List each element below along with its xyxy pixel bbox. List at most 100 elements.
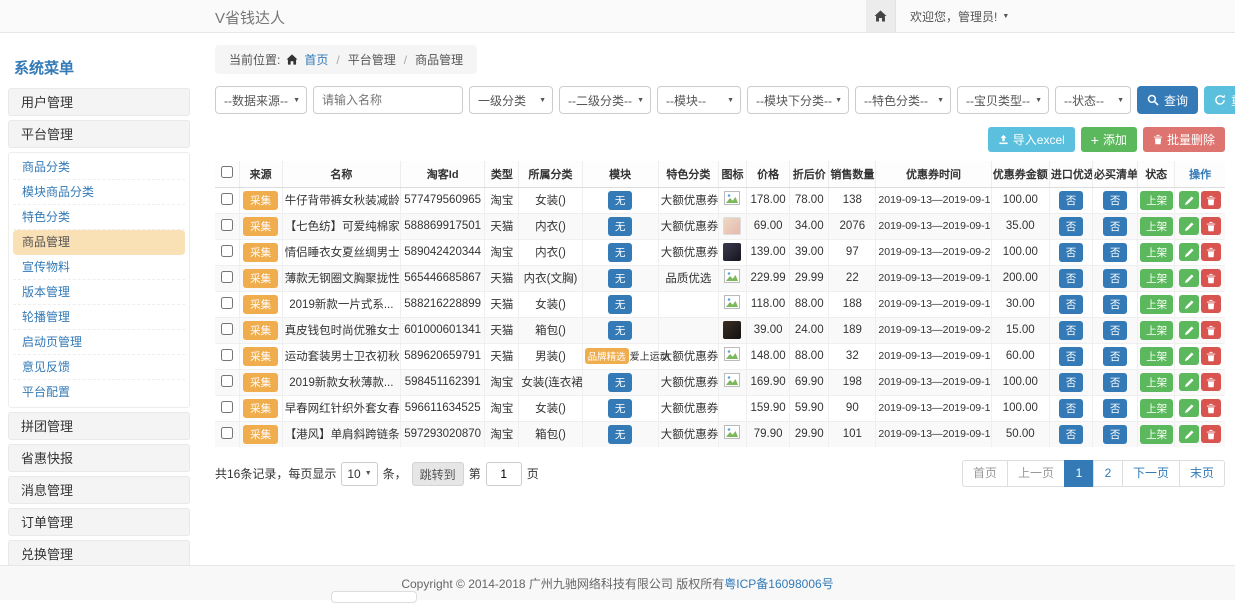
row-checkbox[interactable] (221, 219, 233, 231)
status-badge[interactable]: 上架 (1140, 191, 1173, 210)
sidebar-item[interactable]: 宣传物料 (13, 255, 185, 280)
sidebar-item[interactable]: 版本管理 (13, 280, 185, 305)
sidebar-item[interactable]: 轮播管理 (13, 305, 185, 330)
pager-item[interactable]: 上一页 (1007, 460, 1065, 487)
filter-select[interactable]: --宝贝类型--▼ (957, 86, 1049, 114)
batch-delete-button[interactable]: 批量删除 (1143, 127, 1225, 152)
status-badge[interactable]: 上架 (1140, 425, 1173, 444)
must-buy-flag[interactable]: 否 (1103, 373, 1128, 392)
pager-item[interactable]: 首页 (962, 460, 1008, 487)
status-badge[interactable]: 上架 (1140, 399, 1173, 418)
edit-button[interactable] (1179, 295, 1199, 313)
pager-item[interactable]: 末页 (1179, 460, 1225, 487)
module-none-badge[interactable]: 无 (608, 191, 633, 210)
must-buy-flag[interactable]: 否 (1103, 425, 1128, 444)
import-select-flag[interactable]: 否 (1059, 191, 1084, 210)
per-page-select[interactable]: 10 ▼ (341, 462, 377, 486)
pager-item[interactable]: 1 (1064, 460, 1094, 487)
delete-button[interactable] (1201, 295, 1221, 313)
import-select-flag[interactable]: 否 (1059, 243, 1084, 262)
filter-select[interactable]: --特色分类--▼ (855, 86, 951, 114)
import-select-flag[interactable]: 否 (1059, 321, 1084, 340)
row-checkbox[interactable] (221, 401, 233, 413)
must-buy-flag[interactable]: 否 (1103, 217, 1128, 236)
edit-button[interactable] (1179, 425, 1199, 443)
row-checkbox[interactable] (221, 375, 233, 387)
sidebar-section[interactable]: 用户管理 (8, 88, 190, 116)
row-checkbox[interactable] (221, 297, 233, 309)
name-search-input[interactable] (313, 86, 463, 114)
user-menu[interactable]: 欢迎您，管理员! ▼ (910, 8, 1009, 25)
row-checkbox[interactable] (221, 323, 233, 335)
sidebar-section[interactable]: 省惠快报 (8, 444, 190, 472)
sidebar-item[interactable]: 意见反馈 (13, 355, 185, 380)
pager-item[interactable]: 2 (1093, 460, 1123, 487)
sidebar-item[interactable]: 启动页管理 (13, 330, 185, 355)
add-button[interactable]: + 添加 (1081, 127, 1137, 152)
must-buy-flag[interactable]: 否 (1103, 399, 1128, 418)
row-checkbox[interactable] (221, 271, 233, 283)
import-excel-button[interactable]: 导入excel (988, 127, 1075, 152)
must-buy-flag[interactable]: 否 (1103, 347, 1128, 366)
delete-button[interactable] (1201, 399, 1221, 417)
delete-button[interactable] (1201, 425, 1221, 443)
home-button[interactable] (866, 0, 896, 32)
sidebar-section[interactable]: 订单管理 (8, 508, 190, 536)
delete-button[interactable] (1201, 243, 1221, 261)
must-buy-flag[interactable]: 否 (1103, 295, 1128, 314)
sidebar-section[interactable]: 兑换管理 (8, 540, 190, 568)
module-none-badge[interactable]: 无 (608, 321, 633, 340)
module-none-badge[interactable]: 无 (608, 243, 633, 262)
filter-select[interactable]: 一级分类▼ (469, 86, 553, 114)
must-buy-flag[interactable]: 否 (1103, 191, 1128, 210)
edit-button[interactable] (1179, 373, 1199, 391)
module-none-badge[interactable]: 无 (608, 399, 633, 418)
status-badge[interactable]: 上架 (1140, 243, 1173, 262)
edit-button[interactable] (1179, 243, 1199, 261)
query-button[interactable]: 查询 (1137, 86, 1198, 114)
module-none-badge[interactable]: 无 (608, 295, 633, 314)
edit-button[interactable] (1179, 269, 1199, 287)
page-number-input[interactable] (486, 462, 522, 486)
pager-item[interactable]: 下一页 (1122, 460, 1180, 487)
must-buy-flag[interactable]: 否 (1103, 243, 1128, 262)
row-checkbox[interactable] (221, 349, 233, 361)
edit-button[interactable] (1179, 399, 1199, 417)
jump-button[interactable]: 跳转到 (412, 462, 464, 486)
filter-select[interactable]: --模块下分类--▼ (747, 86, 849, 114)
delete-button[interactable] (1201, 321, 1221, 339)
sidebar-item[interactable]: 商品分类 (13, 155, 185, 180)
filter-select[interactable]: --模块--▼ (657, 86, 741, 114)
row-checkbox[interactable] (221, 427, 233, 439)
icp-link[interactable]: 粤ICP备16098006号 (724, 575, 833, 592)
delete-button[interactable] (1201, 191, 1221, 209)
sidebar-item[interactable]: 平台配置 (13, 380, 185, 405)
module-none-badge[interactable]: 无 (608, 373, 633, 392)
module-none-badge[interactable]: 无 (608, 217, 633, 236)
filter-select[interactable]: --状态--▼ (1055, 86, 1131, 114)
import-select-flag[interactable]: 否 (1059, 295, 1084, 314)
edit-button[interactable] (1179, 321, 1199, 339)
sidebar-item[interactable]: 模块商品分类 (13, 180, 185, 205)
delete-button[interactable] (1201, 347, 1221, 365)
filter-select[interactable]: --数据来源--▼ (215, 86, 307, 114)
must-buy-flag[interactable]: 否 (1103, 321, 1128, 340)
delete-button[interactable] (1201, 373, 1221, 391)
status-badge[interactable]: 上架 (1140, 347, 1173, 366)
import-select-flag[interactable]: 否 (1059, 217, 1084, 236)
module-none-badge[interactable]: 无 (608, 425, 633, 444)
must-buy-flag[interactable]: 否 (1103, 269, 1128, 288)
status-badge[interactable]: 上架 (1140, 217, 1173, 236)
edit-button[interactable] (1179, 191, 1199, 209)
sidebar-item[interactable]: 特色分类 (13, 205, 185, 230)
row-checkbox[interactable] (221, 193, 233, 205)
import-select-flag[interactable]: 否 (1059, 347, 1084, 366)
import-select-flag[interactable]: 否 (1059, 269, 1084, 288)
delete-button[interactable] (1201, 269, 1221, 287)
status-badge[interactable]: 上架 (1140, 269, 1173, 288)
row-checkbox[interactable] (221, 245, 233, 257)
breadcrumb-home-link[interactable]: 首页 (304, 51, 328, 68)
sidebar-section[interactable]: 拼团管理 (8, 412, 190, 440)
reset-button[interactable]: 重置 (1204, 86, 1235, 114)
import-select-flag[interactable]: 否 (1059, 425, 1084, 444)
